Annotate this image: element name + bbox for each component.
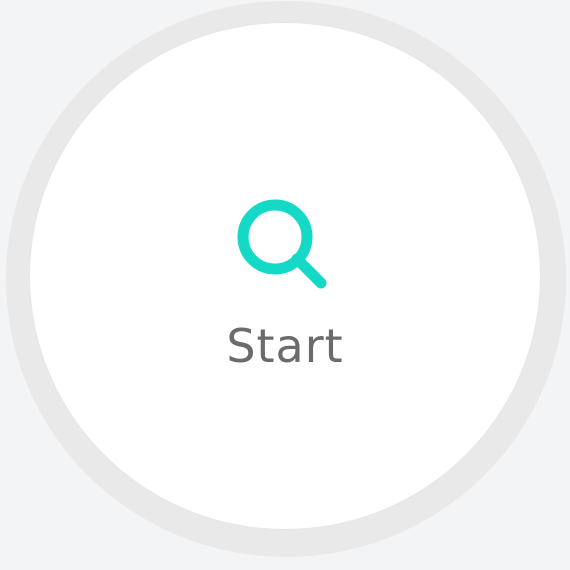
start-label[interactable]: Start	[0, 316, 570, 376]
search-icon[interactable]	[237, 199, 329, 291]
